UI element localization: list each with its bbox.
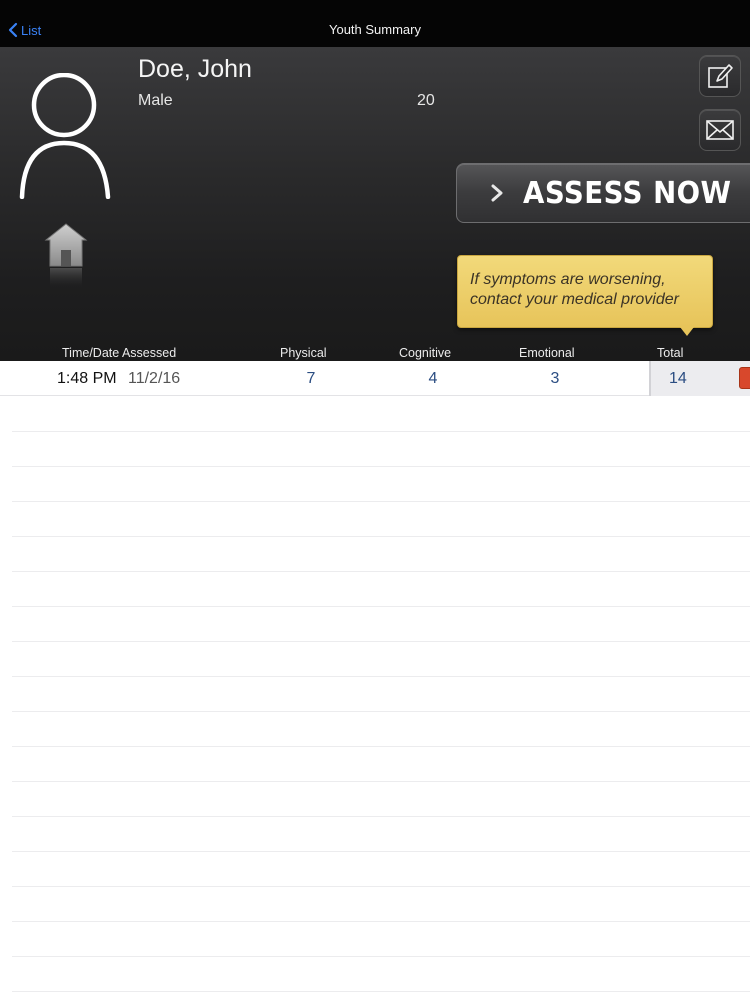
edit-icon <box>708 64 733 88</box>
email-button[interactable] <box>699 109 741 151</box>
column-header-emotional[interactable]: Emotional <box>519 346 575 360</box>
assessment-row[interactable]: 1:48 PM 11/2/16 7 4 3 14 <box>0 361 750 396</box>
chevron-right-icon <box>491 184 503 202</box>
navigation-bar: List Youth Summary <box>0 0 750 47</box>
list-separator <box>12 781 750 782</box>
column-header-physical[interactable]: Physical <box>280 346 327 360</box>
list-separator <box>12 536 750 537</box>
emotional-score: 3 <box>550 370 560 387</box>
assess-now-label: ASSESS NOW <box>523 175 732 211</box>
cognitive-score: 4 <box>428 370 438 387</box>
home-icon[interactable] <box>44 222 88 292</box>
list-separator <box>12 676 750 677</box>
assess-now-button[interactable]: ASSESS NOW <box>456 163 750 223</box>
medical-warning-tooltip: If symptoms are worsening, contact your … <box>457 255 713 328</box>
total-cell: 14 <box>649 361 750 396</box>
list-separator <box>12 431 750 432</box>
list-separator <box>12 956 750 957</box>
youth-header: Doe, John Male 20 ASSESS NOW If symptoms… <box>0 47 750 361</box>
assessment-date: 11/2/16 <box>128 370 181 387</box>
list-separator <box>12 886 750 887</box>
assessment-list[interactable]: 1:48 PM 11/2/16 7 4 3 14 <box>0 361 750 1000</box>
status-indicator <box>739 367 750 389</box>
list-separator <box>12 571 750 572</box>
edit-button[interactable] <box>699 55 741 97</box>
list-separator <box>12 711 750 712</box>
list-separator <box>12 921 750 922</box>
column-header-cognitive[interactable]: Cognitive <box>399 346 451 360</box>
list-separator <box>12 606 750 607</box>
page-title: Youth Summary <box>328 22 421 37</box>
youth-name: Doe, John <box>138 55 252 83</box>
total-score: 14 <box>669 370 687 387</box>
list-separator <box>12 746 750 747</box>
list-separator <box>12 816 750 817</box>
list-separator <box>12 466 750 467</box>
column-header-total[interactable]: Total <box>657 346 683 360</box>
column-header-time-date[interactable]: Time/Date Assessed <box>62 346 176 360</box>
youth-gender: Male <box>138 92 173 109</box>
person-icon <box>19 73 111 199</box>
youth-age: 20 <box>417 92 435 109</box>
physical-score: 7 <box>306 370 316 387</box>
list-separator <box>12 501 750 502</box>
list-separator <box>12 851 750 852</box>
tooltip-pointer <box>680 327 694 336</box>
list-separator <box>12 991 750 992</box>
assessment-time: 1:48 PM <box>57 370 117 387</box>
list-separator <box>12 641 750 642</box>
envelope-icon <box>706 120 734 140</box>
